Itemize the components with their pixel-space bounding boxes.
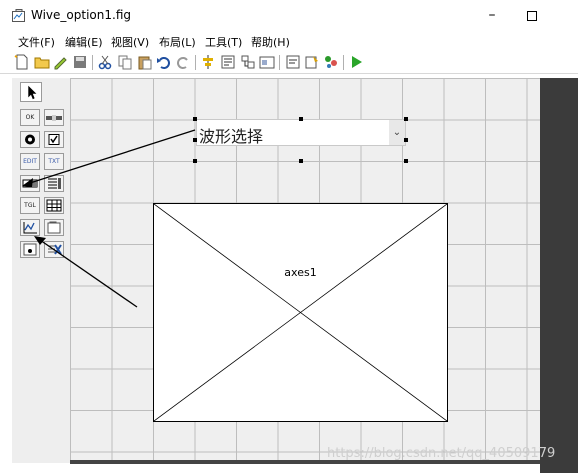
button-group-tool[interactable] bbox=[20, 241, 40, 258]
panel-icon bbox=[47, 221, 61, 234]
selection-handle[interactable] bbox=[404, 138, 408, 142]
selection-handle[interactable] bbox=[404, 159, 408, 163]
slider-icon bbox=[46, 115, 62, 121]
checkbox-tool[interactable] bbox=[44, 131, 64, 148]
selection-handle[interactable] bbox=[193, 117, 197, 121]
button-group-icon bbox=[23, 243, 37, 256]
radio-icon bbox=[25, 134, 35, 145]
menu-tools[interactable]: 工具(T) bbox=[205, 34, 242, 50]
radio-button-tool[interactable] bbox=[20, 131, 40, 148]
mfile-editor-icon[interactable] bbox=[285, 54, 301, 70]
selection-handle[interactable] bbox=[193, 138, 197, 142]
menu-layout[interactable]: 布局(L) bbox=[159, 34, 196, 50]
menu-edit[interactable]: 编辑(E) bbox=[65, 34, 103, 50]
tab-order-icon[interactable] bbox=[240, 54, 256, 70]
maximize-icon bbox=[527, 10, 537, 21]
window-title: Wive_option1.fig bbox=[31, 8, 131, 22]
scroll-area-edge bbox=[540, 78, 578, 473]
title-bar: Wive_option1.fig – bbox=[0, 0, 578, 30]
axes-component[interactable]: axes1 bbox=[153, 203, 448, 422]
popup-menu-icon bbox=[22, 179, 38, 188]
minimize-button[interactable]: – bbox=[478, 4, 506, 26]
menu-help[interactable]: 帮助(H) bbox=[251, 34, 290, 50]
run-icon[interactable] bbox=[348, 54, 364, 70]
select-arrow-icon[interactable] bbox=[20, 82, 42, 102]
panel-tool[interactable] bbox=[44, 219, 64, 236]
popup-menu-tool[interactable] bbox=[20, 175, 40, 192]
toggle-button-tool[interactable]: TGL bbox=[20, 197, 40, 214]
watermark: https://blog.csdn.net/qq_40509179 bbox=[327, 446, 556, 461]
push-button-tool[interactable]: OK bbox=[20, 109, 40, 126]
axes-icon bbox=[23, 222, 37, 234]
toolbar-editor-icon[interactable] bbox=[259, 54, 275, 70]
save-icon[interactable] bbox=[72, 54, 88, 70]
copy-icon[interactable] bbox=[117, 54, 133, 70]
axes-label: axes1 bbox=[284, 266, 317, 279]
waveform-popup-menu[interactable]: 波形选择 ⌄ bbox=[196, 119, 406, 146]
menu-editor-icon[interactable] bbox=[220, 54, 236, 70]
chevron-down-icon[interactable]: ⌄ bbox=[389, 120, 405, 145]
checkbox-icon bbox=[48, 134, 60, 145]
property-inspector-icon[interactable] bbox=[304, 54, 320, 70]
cut-icon[interactable] bbox=[97, 54, 113, 70]
selection-handle[interactable] bbox=[299, 117, 303, 121]
axes-placeholder-cross bbox=[154, 204, 447, 421]
popup-selected-text: 波形选择 bbox=[199, 127, 264, 146]
static-text-tool[interactable]: TXT bbox=[44, 153, 64, 170]
selection-handle[interactable] bbox=[404, 117, 408, 121]
menu-view[interactable]: 视图(V) bbox=[111, 34, 149, 50]
selection-handle[interactable] bbox=[299, 159, 303, 163]
new-file-icon[interactable] bbox=[14, 54, 30, 70]
table-tool[interactable] bbox=[44, 197, 64, 214]
listbox-icon bbox=[48, 178, 61, 189]
toolbar bbox=[0, 51, 578, 74]
slider-tool[interactable] bbox=[44, 109, 64, 126]
component-palette: OK EDIT TXT TGL bbox=[12, 78, 70, 463]
figure-file-icon bbox=[12, 9, 25, 22]
activex-tool[interactable] bbox=[44, 241, 64, 258]
undo-icon[interactable] bbox=[156, 54, 172, 70]
paste-icon[interactable] bbox=[137, 54, 153, 70]
redo-icon[interactable] bbox=[175, 54, 191, 70]
open-folder-icon[interactable] bbox=[34, 54, 50, 70]
selection-handle[interactable] bbox=[193, 159, 197, 163]
axes-tool[interactable] bbox=[20, 219, 40, 236]
listbox-tool[interactable] bbox=[44, 175, 64, 192]
align-icon[interactable] bbox=[200, 54, 216, 70]
maximize-button[interactable] bbox=[518, 4, 546, 26]
table-icon bbox=[46, 199, 62, 212]
edit-text-tool[interactable]: EDIT bbox=[20, 153, 40, 170]
object-browser-icon[interactable] bbox=[323, 54, 339, 70]
edit-icon[interactable] bbox=[53, 54, 69, 70]
menu-bar: 文件(F) 编辑(E) 视图(V) 布局(L) 工具(T) 帮助(H) bbox=[0, 32, 578, 50]
menu-file[interactable]: 文件(F) bbox=[18, 34, 55, 50]
activex-icon bbox=[48, 244, 62, 255]
